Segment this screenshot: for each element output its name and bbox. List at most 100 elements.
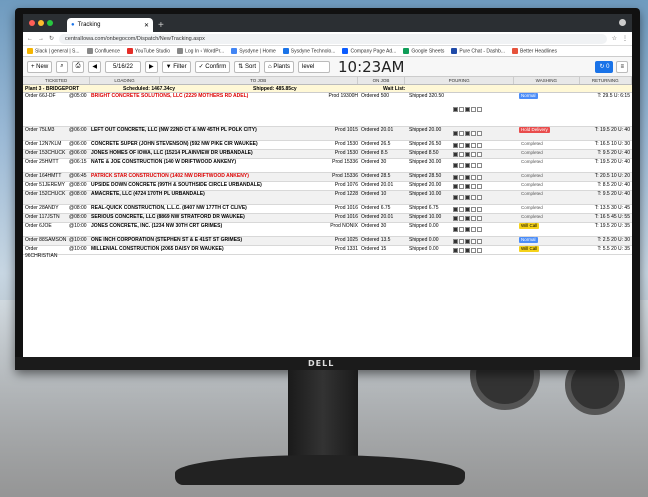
edit-icon[interactable] [459,131,464,136]
phone-icon[interactable] [477,238,482,244]
eye-icon[interactable] [453,174,458,180]
truck-select[interactable]: level [298,60,330,73]
table-row[interactable]: Order 28ANDY @08:00 REAL-QUICK CONSTRUCTIO… [23,205,632,214]
edit-icon[interactable] [459,227,464,232]
status-badge[interactable]: Hold Delivery [519,127,550,133]
copy-icon[interactable] [471,215,476,221]
extension-icon[interactable]: ⋮ [622,35,628,42]
url-field[interactable]: centralIowa.com/onbegocom/Dispatch/NewTr… [59,33,607,44]
copy-icon[interactable] [471,238,476,244]
eye-icon[interactable] [453,142,458,148]
phone-icon[interactable] [477,174,482,180]
order-number[interactable]: Order 153CHUCK [23,150,69,158]
customer-address[interactable]: LEFT OUT CONCRETE, LLC (NW 22ND CT & NW … [91,127,291,140]
reload-icon[interactable]: ↻ [49,35,54,42]
order-number[interactable]: Order 28ANDY [23,205,69,213]
eye-icon[interactable] [453,151,458,157]
plants-button[interactable]: ⌂ Plants [264,60,294,73]
customer-address[interactable]: BRIGHT CONCRETE SOLUTIONS, LLC (2229 MOT… [91,93,291,126]
table-row[interactable]: Order 152CHUCK @08:00 AMACRETE, LLC (4724 … [23,191,632,205]
order-number[interactable]: Order 25HMTT [23,159,69,172]
customer-address[interactable]: REAL-QUICK CONSTRUCTION, L.L.C. (8407 NW… [91,205,291,213]
column-header[interactable]: WASHING [514,77,580,84]
edit-icon[interactable] [459,238,464,244]
truck-icon[interactable] [465,151,470,157]
truck-icon[interactable] [465,183,470,189]
column-header[interactable]: ON JOB [358,77,406,84]
phone-icon[interactable] [477,107,482,112]
phone-icon[interactable] [477,195,482,200]
order-number[interactable]: Order 164HMTT [23,173,69,181]
phone-icon[interactable] [477,163,482,168]
truck-icon[interactable] [465,163,470,168]
window-control-icon[interactable] [619,19,626,26]
eye-icon[interactable] [453,195,458,200]
copy-icon[interactable] [471,195,476,200]
customer-address[interactable]: JONES HOMES OF IOWA, LLC (15214 PLAINVIE… [91,150,291,158]
copy-icon[interactable] [471,163,476,168]
copy-icon[interactable] [471,174,476,180]
customer-address[interactable]: SERIOUS CONCRETE, LLC (8869 NW STRATFORD… [91,214,291,222]
copy-icon[interactable] [471,131,476,136]
eye-icon[interactable] [453,107,458,112]
table-row[interactable]: Order 153CHUCK @06:00 JONES HOMES OF IOWA,… [23,150,632,159]
new-button[interactable]: + New [27,60,53,73]
edit-icon[interactable] [459,142,464,148]
truck-icon[interactable] [465,215,470,221]
status-badge[interactable]: Completed [519,191,545,197]
date-input[interactable]: 5/16/22 [105,60,141,73]
column-header[interactable]: TICKETED [23,77,91,84]
copy-icon[interactable] [471,107,476,112]
truck-icon[interactable] [465,238,470,244]
star-icon[interactable]: ☆ [612,35,617,42]
table-row[interactable]: Order 51JEREMY @08:00 UPSIDE DOWN CONCRETE… [23,182,632,191]
bookmark-item[interactable]: Better Headlines [512,47,557,54]
table-row[interactable]: Order 117JSTN @08:00 SERIOUS CONCRETE, LLC… [23,214,632,223]
edit-icon[interactable] [459,183,464,189]
order-number[interactable]: Order 88SAMSON [23,237,69,245]
status-badge[interactable]: Normal [519,237,538,243]
table-row[interactable]: Order 12N7KLM @06:00 CONCRETE SUPER (JOHN … [23,141,632,150]
phone-icon[interactable] [477,151,482,157]
order-number[interactable]: Order 12N7KLM [23,141,69,149]
edit-icon[interactable] [459,195,464,200]
bookmark-item[interactable]: Sysdyne | Home [231,47,276,54]
truck-icon[interactable] [465,195,470,200]
status-badge[interactable]: Completed [519,141,545,147]
eye-icon[interactable] [453,227,458,232]
plant-row[interactable]: Plant 3 - BRIDGEPORT Scheduled: 1467.34c… [23,85,632,93]
copy-icon[interactable] [471,183,476,189]
bookmark-item[interactable]: Confluence [86,47,120,54]
prev-day-button[interactable]: ◀ [88,60,101,73]
table-row[interactable]: Order 25HMTT @06:15 NATE & JOE CONSTRUCTIO… [23,159,632,173]
confirm-button[interactable]: ✓ Confirm [194,60,231,73]
copy-icon[interactable] [471,206,476,212]
bookmark-item[interactable]: Pure Chat - Dashb... [451,47,505,54]
copy-icon[interactable] [471,227,476,232]
bookmark-item[interactable]: YouTube Studio [126,47,170,54]
menu-icon[interactable]: ≡ [616,60,628,73]
order-number[interactable]: Order 75LM3 [23,127,69,140]
table-row[interactable]: Order 164HMTT @06:45 PATRICK STAR CONSTRUC… [23,173,632,182]
bookmark-item[interactable]: Log In ‹ WordPr... [177,47,224,54]
new-tab-icon[interactable]: + [158,20,164,31]
order-number[interactable]: Order 152CHUCK [23,191,69,204]
customer-address[interactable]: UPSIDE DOWN CONCRETE (99TH & SOUTHSIDE C… [91,182,291,190]
back-icon[interactable]: ← [27,36,33,42]
table-row[interactable]: Order 66J-DF @05:00 BRIGHT CONCRETE SOLUTI… [23,93,632,127]
copy-icon[interactable] [471,247,476,253]
eye-icon[interactable] [453,247,458,253]
bookmark-item[interactable]: Slack | general | S... [27,47,80,54]
copy-icon[interactable] [471,142,476,148]
column-header[interactable]: TO JOB [160,77,358,84]
table-row[interactable]: Order 75LM3 @06:00 LEFT OUT CONCRETE, LLC … [23,127,632,141]
order-number[interactable]: Order 117JSTN [23,214,69,222]
copy-icon[interactable] [471,151,476,157]
status-badge[interactable]: Completed [519,159,545,165]
customer-address[interactable]: ONE INCH CORPORATION (STEPHEN ST & E 41S… [91,237,291,245]
table-row[interactable]: Order 88SAMSON @10:00 ONE INCH CORPORATION… [23,237,632,246]
column-header[interactable]: POURING [405,77,515,84]
customer-address[interactable]: CONCRETE SUPER (JOHN STEVENSON) (592 NW … [91,141,291,149]
truck-icon[interactable] [465,142,470,148]
edit-icon[interactable] [459,247,464,253]
